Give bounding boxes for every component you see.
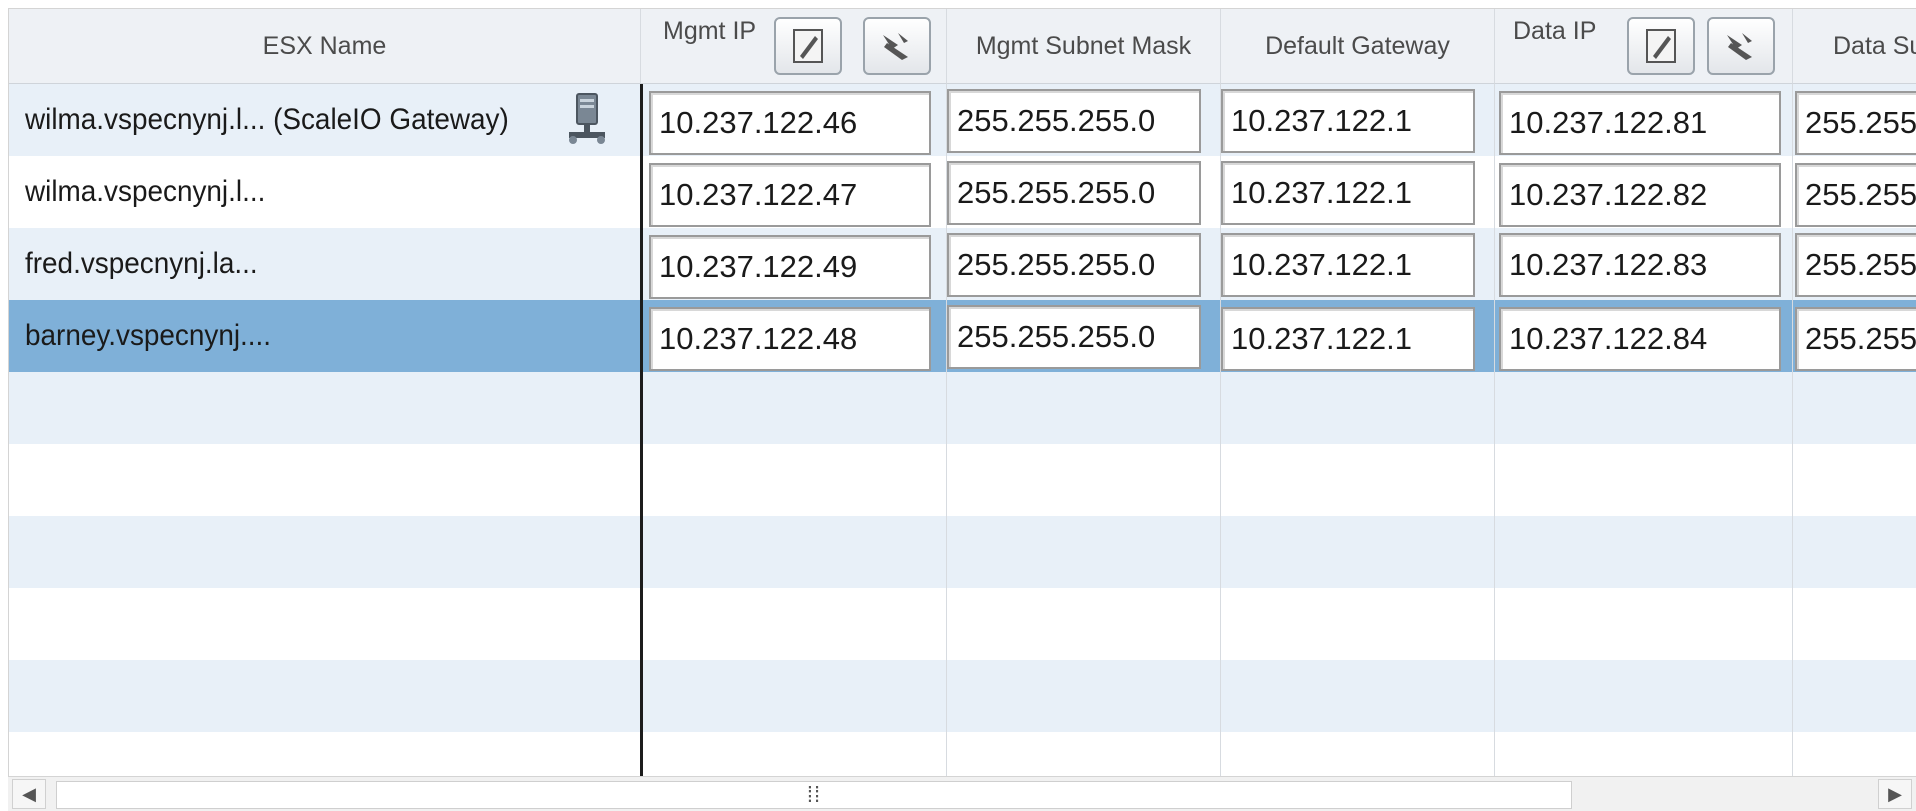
scroll-right-button[interactable]: ▶: [1878, 779, 1912, 809]
col-header-mgmt-subnet-mask[interactable]: Mgmt Subnet Mask: [947, 9, 1221, 84]
data-ip-autofill-button[interactable]: [1707, 17, 1775, 75]
grip-icon: ⁞⁞: [806, 782, 822, 807]
data-subnet-input[interactable]: [1795, 163, 1916, 227]
empty-row: [9, 660, 1916, 732]
esx-name-cell: fred.vspecnynj.la...: [25, 247, 258, 280]
data-ip-input[interactable]: [1499, 307, 1781, 371]
pencil-edit-icon: [793, 29, 823, 63]
col-header-data-subnet-label: Data Su: [1833, 32, 1916, 60]
mgmt-ip-input[interactable]: [649, 235, 931, 299]
col-header-esx-name[interactable]: ESX Name: [9, 9, 641, 84]
empty-row: [9, 372, 1916, 444]
col-header-default-gateway-label: Default Gateway: [1265, 32, 1450, 60]
default-gateway-input[interactable]: [1221, 233, 1475, 297]
fill-wand-icon: [1727, 33, 1752, 60]
col-header-mgmt-ip-label: Mgmt IP: [663, 17, 757, 45]
col-header-esx-name-label: ESX Name: [262, 32, 387, 60]
esx-name-cell: barney.vspecnynj....: [25, 319, 272, 352]
mgmt-ip-autofill-button[interactable]: [863, 17, 931, 75]
mgmt-ip-input[interactable]: [649, 163, 931, 227]
default-gateway-input[interactable]: [1221, 307, 1475, 371]
esx-name-cell: wilma.vspecnynj.l...: [25, 175, 266, 208]
mgmt-ip-edit-button[interactable]: [774, 17, 842, 75]
default-gateway-input[interactable]: [1221, 89, 1475, 153]
horizontal-scrollbar[interactable]: ◀ ⁞⁞ ▶: [8, 776, 1916, 811]
empty-row: [9, 732, 1916, 777]
esx-network-grid: ESX Name Mgmt IP Mgmt Subnet Mask Defaul…: [8, 8, 1916, 777]
col-header-data-ip[interactable]: Data IP: [1495, 9, 1793, 84]
col-header-mgmt-ip[interactable]: Mgmt IP: [641, 9, 947, 84]
column-divider: [1792, 84, 1793, 777]
mgmt-ip-input[interactable]: [649, 307, 931, 371]
data-ip-input[interactable]: [1499, 163, 1781, 227]
scrollbar-thumb[interactable]: ⁞⁞: [56, 781, 1572, 809]
empty-row: [9, 444, 1916, 516]
data-ip-edit-button[interactable]: [1627, 17, 1695, 75]
chevron-right-icon: ▶: [1888, 783, 1902, 804]
empty-row: [9, 516, 1916, 588]
mgmt-subnet-mask-input[interactable]: [947, 305, 1201, 369]
scroll-left-button[interactable]: ◀: [12, 779, 46, 809]
pencil-edit-icon: [1646, 29, 1676, 63]
empty-row: [9, 588, 1916, 660]
mgmt-subnet-mask-input[interactable]: [947, 89, 1201, 153]
frozen-column-divider: [640, 84, 643, 777]
col-header-data-ip-label: Data IP: [1513, 17, 1597, 45]
data-subnet-input[interactable]: [1795, 233, 1916, 297]
default-gateway-input[interactable]: [1221, 161, 1475, 225]
mgmt-subnet-mask-input[interactable]: [947, 233, 1201, 297]
data-ip-input[interactable]: [1499, 233, 1781, 297]
data-subnet-input[interactable]: [1795, 91, 1916, 155]
chevron-left-icon: ◀: [22, 783, 36, 804]
col-header-data-subnet[interactable]: Data Su: [1793, 9, 1916, 84]
esx-name-cell: wilma.vspecnynj.l... (ScaleIO Gateway): [25, 103, 509, 136]
col-header-default-gateway[interactable]: Default Gateway: [1221, 9, 1495, 84]
mgmt-subnet-mask-input[interactable]: [947, 161, 1201, 225]
column-divider: [1494, 84, 1495, 777]
gateway-server-icon: [569, 93, 605, 144]
data-subnet-input[interactable]: [1795, 307, 1916, 371]
data-ip-input[interactable]: [1499, 91, 1781, 155]
col-header-mgmt-subnet-mask-label: Mgmt Subnet Mask: [975, 32, 1192, 60]
mgmt-ip-input[interactable]: [649, 91, 931, 155]
fill-wand-icon: [883, 33, 908, 60]
